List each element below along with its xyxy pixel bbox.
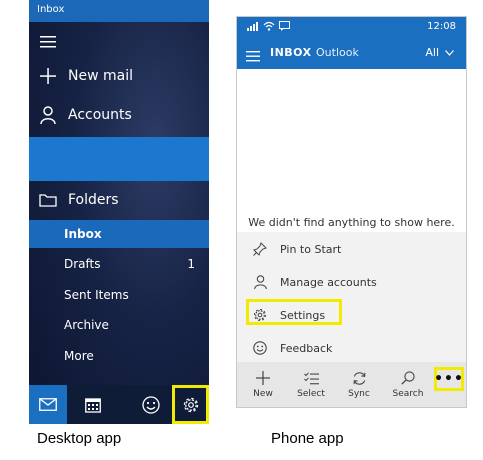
more-menu: Pin to Start Manage accounts Settings Fe… <box>237 232 466 362</box>
folder-name: Drafts <box>64 257 101 271</box>
mail-button[interactable] <box>29 385 67 424</box>
settings-highlight <box>246 299 342 325</box>
new-mail-button[interactable]: New mail <box>29 64 209 88</box>
account-entry[interactable] <box>29 137 209 181</box>
folders-label: Folders <box>68 192 119 208</box>
folder-name: Sent Items <box>64 288 129 302</box>
hamburger-icon <box>246 51 260 62</box>
folder-item-more[interactable]: More <box>29 342 209 370</box>
select-button[interactable]: Select <box>288 362 334 407</box>
more-options-button[interactable]: ••• <box>434 367 464 391</box>
accounts-label: Accounts <box>68 107 132 123</box>
calendar-icon <box>85 397 101 413</box>
plus-icon <box>256 370 270 386</box>
phone-caption: Phone app <box>271 430 344 447</box>
new-button[interactable]: New <box>240 362 286 407</box>
folder-name: More <box>64 349 94 363</box>
mail-icon <box>39 398 57 411</box>
clock: 12:08 <box>427 21 456 32</box>
app-bar-label: New <box>253 389 273 399</box>
menu-item-label: Pin to Start <box>280 242 342 256</box>
menu-item-label: Manage accounts <box>280 275 377 289</box>
filter-dropdown[interactable]: All <box>425 46 454 59</box>
menu-item-manage-accounts[interactable]: Manage accounts <box>237 269 466 295</box>
signal-icon <box>247 22 258 31</box>
calendar-button[interactable] <box>75 385 111 424</box>
folder-item-sent-items[interactable]: Sent Items <box>29 281 209 309</box>
phone-app-panel: 12:08 INBOX Outlook All We didn't find a… <box>236 16 467 408</box>
phone-header: INBOX Outlook All <box>237 37 466 69</box>
plus-icon <box>38 68 58 84</box>
select-icon <box>303 370 319 386</box>
feedback-button[interactable] <box>133 385 169 424</box>
folder-name: Inbox <box>64 227 102 241</box>
folder-name: Archive <box>64 318 109 332</box>
empty-state-message: We didn't find anything to show here. <box>248 216 455 229</box>
sync-icon <box>352 370 367 386</box>
gear-icon <box>183 397 198 412</box>
desktop-bottom-bar <box>29 385 209 424</box>
folder-item-inbox[interactable]: Inbox <box>29 220 209 248</box>
status-icons <box>247 21 290 31</box>
app-bar-label: Sync <box>348 389 370 399</box>
title-bar: Inbox <box>29 0 209 22</box>
status-bar: 12:08 <box>237 17 466 37</box>
person-icon <box>251 275 269 289</box>
account-name: Outlook <box>316 46 359 59</box>
folder-item-archive[interactable]: Archive <box>29 311 209 339</box>
filter-value: All <box>425 46 439 59</box>
app-bar-label: Select <box>297 389 325 399</box>
app-bar-label: Search <box>392 389 424 399</box>
menu-item-label: Feedback <box>280 341 333 355</box>
folder-item-drafts[interactable]: Drafts 1 <box>29 250 209 278</box>
smiley-icon <box>251 341 269 355</box>
new-mail-label: New mail <box>68 68 133 84</box>
accounts-button[interactable]: Accounts <box>29 103 209 127</box>
chevron-down-icon <box>445 49 454 56</box>
folder-count: 1 <box>187 257 195 271</box>
menu-item-feedback[interactable]: Feedback <box>237 335 466 361</box>
settings-button[interactable] <box>172 385 209 424</box>
person-icon <box>38 106 58 124</box>
smiley-icon <box>142 395 160 414</box>
hamburger-menu-button[interactable] <box>29 32 209 52</box>
folders-header[interactable]: Folders <box>29 187 209 213</box>
message-icon <box>279 21 290 31</box>
sync-button[interactable]: Sync <box>336 362 382 407</box>
app-bar: New Select Sync Search ••• <box>237 362 466 407</box>
desktop-app-panel: Inbox New mail Accounts Folders Inbox Dr… <box>29 0 209 424</box>
folder-title: INBOX <box>270 46 312 59</box>
pin-icon <box>251 242 269 256</box>
search-icon <box>401 370 415 386</box>
search-button[interactable]: Search <box>385 362 431 407</box>
hamburger-icon <box>38 36 58 48</box>
menu-item-pin-to-start[interactable]: Pin to Start <box>237 236 466 262</box>
hamburger-menu-button[interactable] <box>246 47 260 66</box>
folder-icon <box>38 193 58 207</box>
window-title: Inbox <box>37 4 65 15</box>
wifi-icon <box>263 21 275 31</box>
desktop-caption: Desktop app <box>37 430 122 447</box>
